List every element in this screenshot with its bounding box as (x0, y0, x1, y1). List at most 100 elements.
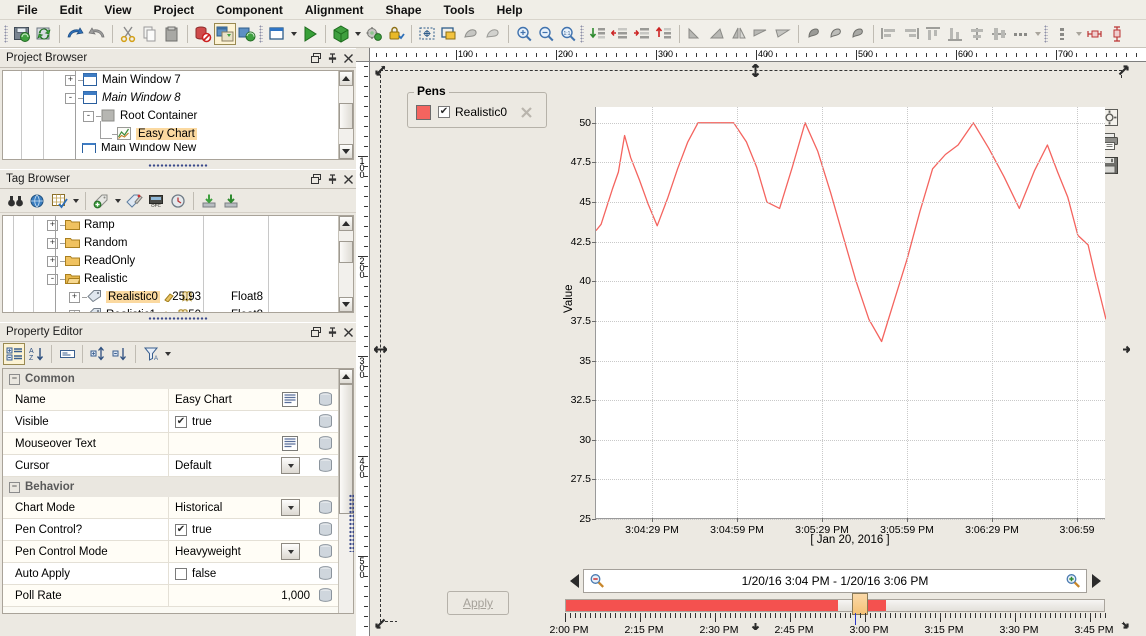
close-icon[interactable] (340, 171, 356, 187)
selection-bounds-icon[interactable] (438, 23, 460, 45)
easy-chart-component[interactable]: Pens Realistic0 (397, 79, 1123, 636)
chart-time-track[interactable] (565, 593, 1105, 615)
selection-box[interactable]: Pens Realistic0 (373, 63, 1131, 636)
gateway-icon[interactable] (363, 23, 385, 45)
close-icon[interactable] (340, 50, 356, 66)
categorized-icon[interactable] (3, 343, 25, 365)
send-backward-icon[interactable] (609, 23, 631, 45)
property-category-behavior[interactable]: − Behavior (3, 477, 338, 497)
property-editor-scrollbar[interactable] (338, 369, 353, 613)
database-disabled-icon[interactable] (192, 23, 214, 45)
property-row-name[interactable]: Name Easy Chart (3, 389, 338, 411)
tag-row-ramp[interactable]: + Ramp (3, 216, 338, 234)
tag-row-random[interactable]: + Random (3, 234, 338, 252)
menu-help[interactable]: Help (486, 1, 534, 19)
lock-icon[interactable] (385, 23, 407, 45)
toolbar-grip[interactable] (4, 24, 8, 43)
prev-arrow-icon[interactable] (565, 569, 583, 593)
time-track-bar[interactable] (565, 599, 1105, 612)
binding-icon[interactable] (317, 391, 334, 408)
opc-icon[interactable]: OPC (145, 190, 167, 212)
dock-splitter[interactable] (0, 162, 356, 169)
scroll-thumb[interactable] (339, 241, 353, 263)
tag-grid-icon[interactable] (48, 190, 70, 212)
collapse-all-icon[interactable] (109, 343, 131, 365)
project-browser-tree[interactable]: + Main Window 7 - Main Window 8 - Root C… (2, 70, 354, 160)
skew-icon[interactable] (772, 23, 794, 45)
export-icon[interactable] (220, 190, 242, 212)
zoom-actual-icon[interactable]: 1:1 (557, 23, 579, 45)
align-bottom-icon[interactable] (944, 23, 966, 45)
menu-edit[interactable]: Edit (49, 1, 94, 19)
tag-row-realistic1[interactable]: + Realistic1 -50 Float8 (3, 306, 338, 312)
sort-az-icon[interactable]: AZ (25, 343, 47, 365)
shape-add-icon[interactable] (460, 23, 482, 45)
binding-icon[interactable] (317, 521, 334, 538)
tree-item-main-window-8[interactable]: - Main Window 8 (3, 89, 338, 107)
binding-icon[interactable] (317, 587, 334, 604)
resize-handle-n[interactable] (749, 63, 762, 78)
zoom-out-icon[interactable] (588, 572, 606, 590)
bring-forward-icon[interactable] (631, 23, 653, 45)
range-display-field[interactable]: 1/20/16 3:04 PM - 1/20/16 3:06 PM (583, 569, 1087, 593)
property-value-cell[interactable]: Historical (169, 497, 338, 518)
expander-icon[interactable]: - (83, 110, 94, 122)
dock-resize-grip[interactable] (349, 494, 354, 552)
size-vertical-icon[interactable] (1106, 23, 1128, 45)
property-value-cell[interactable]: Default (169, 455, 338, 476)
space-vertical-icon[interactable] (1051, 23, 1073, 45)
menu-tools[interactable]: Tools (433, 1, 486, 19)
play-icon[interactable] (299, 23, 321, 45)
menu-project[interactable]: Project (142, 1, 205, 19)
pen-enabled-checkbox[interactable] (438, 106, 450, 118)
tree-item-root-container[interactable]: - Root Container (3, 107, 338, 125)
undo-icon[interactable] (64, 23, 86, 45)
toolbar-grip[interactable] (580, 24, 584, 43)
next-arrow-icon[interactable] (1087, 569, 1105, 593)
align-right-icon[interactable] (900, 23, 922, 45)
refresh-icon[interactable] (33, 23, 55, 45)
align-center-icon[interactable] (966, 23, 988, 45)
import-icon[interactable] (198, 190, 220, 212)
space-horizontal-icon[interactable] (1084, 23, 1106, 45)
expander-icon[interactable]: + (69, 291, 80, 303)
resize-handle-nw[interactable] (374, 64, 387, 77)
redo-icon[interactable] (86, 23, 108, 45)
new-tag-icon[interactable] (90, 190, 112, 212)
scroll-down-button[interactable] (339, 297, 353, 312)
resize-handle-ne[interactable] (1117, 64, 1130, 77)
design-root[interactable]: Pens Realistic0 (370, 62, 1146, 636)
remove-pen-icon[interactable] (520, 106, 533, 122)
chevron-down-icon[interactable] (352, 24, 363, 44)
restore-icon[interactable] (308, 50, 324, 66)
auto-apply-checkbox[interactable] (175, 567, 187, 580)
expander-icon[interactable]: - (47, 273, 58, 285)
pen-control-checkbox[interactable] (175, 523, 187, 536)
property-row-mouseover-text[interactable]: Mouseover Text (3, 433, 338, 455)
tag-row-realistic[interactable]: - Realistic (3, 270, 338, 288)
save-icon[interactable] (11, 23, 33, 45)
tag-row-realistic0[interactable]: + Realistic0 25.93 Float8 (3, 288, 338, 306)
align-top-icon[interactable] (922, 23, 944, 45)
send-to-back-icon[interactable] (653, 23, 675, 45)
align-middle-icon[interactable] (988, 23, 1010, 45)
chart-plot-area[interactable]: 25 27.5 30 32.5 35 37.5 40 42.5 45 47.5 50 3:04:29 … (571, 107, 1106, 536)
pen-color-swatch[interactable] (416, 105, 431, 120)
dock-splitter[interactable] (0, 315, 356, 322)
subtract-icon[interactable] (825, 23, 847, 45)
scroll-down-button[interactable] (339, 144, 353, 159)
restore-icon[interactable] (308, 171, 324, 187)
package-icon[interactable] (330, 23, 352, 45)
expand-all-icon[interactable] (87, 343, 109, 365)
time-track-thumb[interactable] (852, 593, 868, 615)
project-browser-scrollbar[interactable] (338, 71, 353, 159)
flip-horizontal-icon[interactable] (728, 23, 750, 45)
tag-browser-tree[interactable]: + Ramp + Random + ReadOnly - Realistic +… (2, 215, 354, 313)
expander-icon[interactable]: + (47, 255, 58, 267)
text-editor-icon[interactable] (282, 392, 298, 407)
collapse-icon[interactable]: − (9, 481, 20, 493)
zoom-in-icon[interactable] (513, 23, 535, 45)
bring-to-front-icon[interactable] (587, 23, 609, 45)
distribute-icon[interactable] (1010, 23, 1032, 45)
history-icon[interactable] (167, 190, 189, 212)
